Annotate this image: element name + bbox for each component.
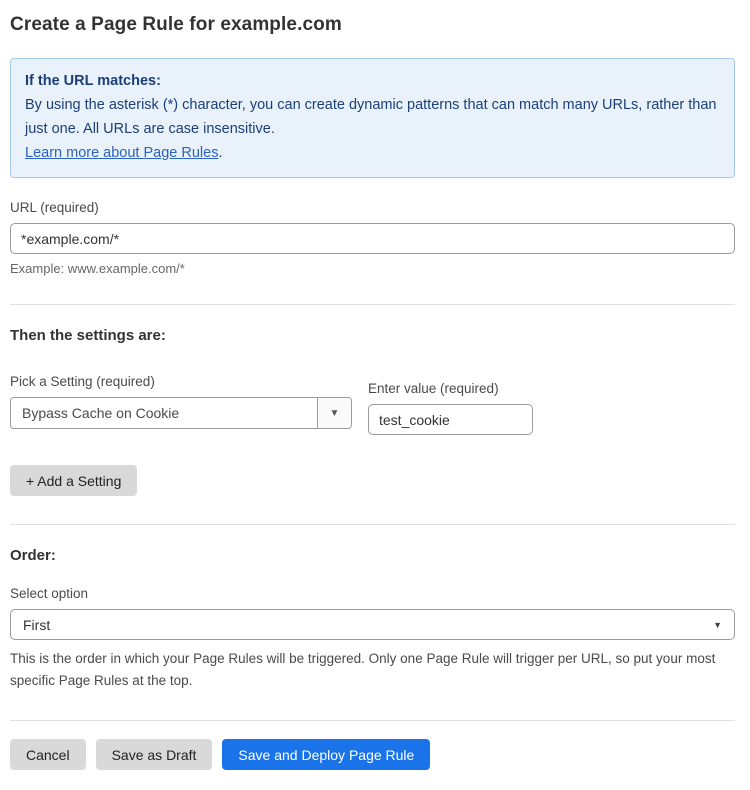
learn-more-link[interactable]: Learn more about Page Rules [25,145,218,161]
setting-select-value: Bypass Cache on Cookie [11,398,317,428]
save-as-draft-button[interactable]: Save as Draft [96,739,213,770]
divider [10,720,735,721]
setting-select-block: Pick a Setting (required) Bypass Cache o… [10,374,352,429]
order-select-label: Select option [10,586,735,601]
order-helper-text: This is the order in which your Page Rul… [10,648,730,692]
info-box-heading: If the URL matches: [25,69,720,93]
create-page-rule-form: Create a Page Rule for example.com If th… [0,0,750,790]
page-title: Create a Page Rule for example.com [10,14,735,36]
order-section-heading: Order: [10,547,735,564]
chevron-down-icon[interactable]: ▼ [317,398,351,428]
info-box-body: By using the asterisk (*) character, you… [25,93,720,141]
footer-buttons: Cancel Save as Draft Save and Deploy Pag… [10,739,735,770]
setting-value-label: Enter value (required) [368,381,533,396]
setting-value-input[interactable] [368,404,533,435]
link-suffix: . [218,145,222,161]
setting-value-block: Enter value (required) [368,381,533,435]
divider [10,304,735,305]
order-select-value: First [23,617,50,633]
add-setting-button[interactable]: + Add a Setting [10,465,137,496]
setting-select-label: Pick a Setting (required) [10,374,352,389]
settings-section-heading: Then the settings are: [10,327,735,344]
settings-row: Pick a Setting (required) Bypass Cache o… [10,374,735,435]
url-field-label: URL (required) [10,200,735,215]
url-match-info-box: If the URL matches: By using the asteris… [10,58,735,178]
chevron-down-icon: ▼ [713,620,722,630]
url-input[interactable] [10,223,735,254]
url-field-helper: Example: www.example.com/* [10,261,735,276]
info-box-link-line: Learn more about Page Rules. [25,141,720,165]
setting-select[interactable]: Bypass Cache on Cookie ▼ [10,397,352,429]
url-field-block: URL (required) Example: www.example.com/… [10,200,735,276]
divider [10,524,735,525]
order-select[interactable]: First ▼ [10,609,735,640]
cancel-button[interactable]: Cancel [10,739,86,770]
save-and-deploy-button[interactable]: Save and Deploy Page Rule [222,739,430,770]
